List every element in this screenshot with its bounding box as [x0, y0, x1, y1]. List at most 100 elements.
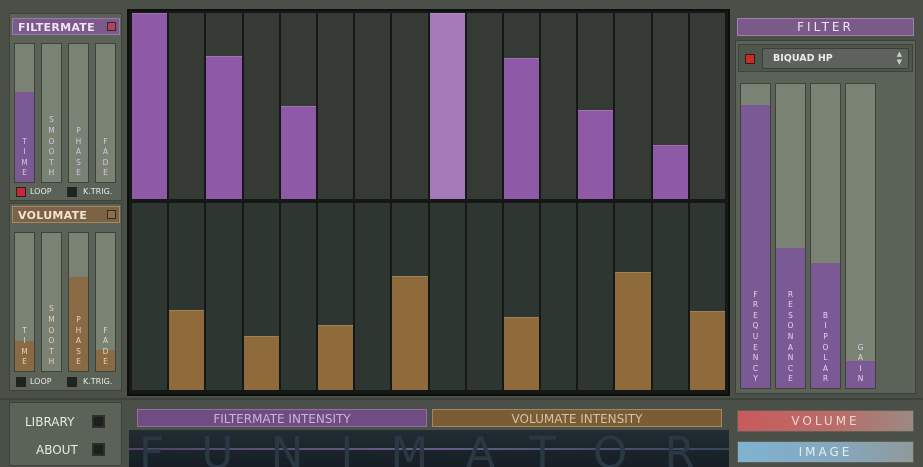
- filtermate-step-9[interactable]: [429, 13, 465, 199]
- filtermate-slider-fade[interactable]: F A D E: [95, 43, 116, 183]
- filtermate-loop-checkbox[interactable]: [16, 187, 26, 197]
- filtermate-slider-smooth[interactable]: S M O O T H: [41, 43, 62, 183]
- about-button[interactable]: [91, 442, 106, 457]
- filter-slider-frequency[interactable]: F R E Q U E N C Y: [740, 83, 771, 389]
- library-label: LIBRARY: [25, 415, 75, 429]
- volumate-step-bar: [317, 324, 354, 390]
- filtermate-intensity-slider[interactable]: FILTERMATE INTENSITY: [137, 409, 427, 427]
- slider-label: S M O O T H: [48, 304, 55, 367]
- filtermate-header: FILTERMATE: [12, 18, 120, 35]
- filtermate-loop-label: LOOP: [30, 187, 52, 196]
- filtermate-step-12[interactable]: [541, 13, 577, 199]
- volumate-step-6[interactable]: [317, 203, 354, 390]
- volumate-step-grid[interactable]: [131, 203, 726, 390]
- image-slider[interactable]: IMAGE: [737, 441, 914, 463]
- volumate-step-2[interactable]: [169, 203, 205, 390]
- filtermate-step-10[interactable]: [466, 13, 502, 199]
- filtermate-step-1[interactable]: [132, 13, 168, 199]
- step-sequencer[interactable]: [127, 9, 730, 396]
- volumate-step-10[interactable]: [466, 203, 502, 390]
- filtermate-step-bar: [429, 13, 465, 199]
- filtermate-step-2[interactable]: [169, 13, 205, 199]
- volume-label: VOLUME: [791, 414, 860, 428]
- filtermate-ktrig-checkbox[interactable]: [67, 187, 77, 197]
- volumate-step-12[interactable]: [541, 203, 577, 390]
- volumate-step-3[interactable]: [206, 203, 242, 390]
- volumate-step-14[interactable]: [615, 203, 651, 390]
- slider-label: G A I N: [857, 342, 864, 384]
- volumate-title: VOLUMATE: [18, 209, 88, 222]
- volumate-step-1[interactable]: [132, 203, 168, 390]
- filter-slider-gain[interactable]: G A I N: [845, 83, 876, 389]
- filtermate-slider-phase[interactable]: P H A S E: [68, 43, 89, 183]
- volumate-slider-fade[interactable]: F A D E: [95, 232, 116, 372]
- filtermate-enable-toggle[interactable]: [107, 22, 116, 31]
- filter-type-row: BIQUAD HP ▲ ▼: [738, 44, 913, 72]
- volumate-loop-checkbox[interactable]: [16, 377, 26, 387]
- filtermate-step-5[interactable]: [280, 13, 316, 199]
- volumate-step-8[interactable]: [392, 203, 428, 390]
- filter-enable-checkbox[interactable]: [745, 54, 755, 64]
- volumate-intensity-slider[interactable]: VOLUMATE INTENSITY: [432, 409, 722, 427]
- filtermate-step-15[interactable]: [652, 13, 688, 199]
- filtermate-step-bar: [503, 57, 540, 199]
- slider-label: F A D E: [102, 325, 109, 367]
- filter-type-value: BIQUAD HP: [773, 53, 833, 64]
- volumate-step-bar: [689, 311, 725, 390]
- filtermate-step-6[interactable]: [317, 13, 354, 199]
- slider-label: P H A S E: [75, 126, 82, 178]
- volumate-panel: VOLUMATE T I M E S M O O T H P H A S E F A …: [9, 203, 122, 391]
- filtermate-step-16[interactable]: [689, 13, 725, 199]
- filter-slider-bipolar[interactable]: B I P O L A R: [810, 83, 841, 389]
- volumate-intensity-label: VOLUMATE INTENSITY: [511, 412, 643, 426]
- volumate-loop-label: LOOP: [30, 377, 52, 386]
- filtermate-step-13[interactable]: [578, 13, 614, 199]
- filtermate-step-grid[interactable]: [131, 13, 726, 199]
- slider-label: R E S O N A N C E: [787, 289, 794, 384]
- volumate-step-9[interactable]: [429, 203, 465, 390]
- filter-slider-resonance[interactable]: R E S O N A N C E: [775, 83, 806, 389]
- library-button[interactable]: [91, 414, 106, 429]
- filtermate-panel: FILTERMATE T I M E S M O O T H P H A S E F …: [9, 13, 122, 201]
- filtermate-slider-time[interactable]: T I M E: [14, 43, 35, 183]
- volumate-step-15[interactable]: [652, 203, 688, 390]
- volumate-step-bar: [615, 272, 651, 390]
- volumate-step-bar: [243, 335, 279, 390]
- volumate-step-7[interactable]: [355, 203, 391, 390]
- volumate-header: VOLUMATE: [12, 206, 120, 223]
- about-label: ABOUT: [36, 443, 78, 457]
- slider-label: P H A S E: [75, 315, 82, 367]
- slider-label: T I M E: [21, 325, 28, 367]
- filtermate-step-bar: [280, 106, 316, 199]
- filtermate-ktrig-label: K.TRIG.: [83, 187, 113, 196]
- filter-header: FILTER: [737, 18, 914, 36]
- slider-label: B I P O L A R: [822, 310, 829, 384]
- volumate-enable-toggle[interactable]: [107, 210, 116, 219]
- filtermate-step-4[interactable]: [243, 13, 279, 199]
- image-label: IMAGE: [798, 445, 853, 459]
- volume-slider[interactable]: VOLUME: [737, 410, 914, 432]
- slider-label: F A D E: [102, 136, 109, 178]
- filtermate-step-11[interactable]: [503, 13, 540, 199]
- filtermate-step-8[interactable]: [392, 13, 428, 199]
- volumate-step-11[interactable]: [503, 203, 540, 390]
- filtermate-intensity-label: FILTERMATE INTENSITY: [213, 412, 351, 426]
- filtermate-step-7[interactable]: [355, 13, 391, 199]
- logo-strip: FUNIMATOR: [129, 430, 729, 467]
- volumate-step-4[interactable]: [243, 203, 279, 390]
- volumate-ktrig-checkbox[interactable]: [67, 377, 77, 387]
- filter-type-select[interactable]: BIQUAD HP ▲ ▼: [762, 48, 909, 69]
- volumate-step-bar: [169, 309, 205, 390]
- volumate-slider-phase[interactable]: P H A S E: [68, 232, 89, 372]
- volumate-slider-smooth[interactable]: S M O O T H: [41, 232, 62, 372]
- filtermate-step-14[interactable]: [615, 13, 651, 199]
- filtermate-step-3[interactable]: [206, 13, 242, 199]
- volumate-step-16[interactable]: [689, 203, 725, 390]
- volumate-ktrig-label: K.TRIG.: [83, 377, 113, 386]
- volumate-slider-time[interactable]: T I M E: [14, 232, 35, 372]
- volumate-step-5[interactable]: [280, 203, 316, 390]
- bottom-bar: LIBRARY ABOUT FUNIMATOR FILTERMATE INTEN…: [0, 398, 923, 467]
- volumate-step-13[interactable]: [578, 203, 614, 390]
- slider-label: T I M E: [21, 136, 28, 178]
- filtermate-step-bar: [578, 109, 614, 199]
